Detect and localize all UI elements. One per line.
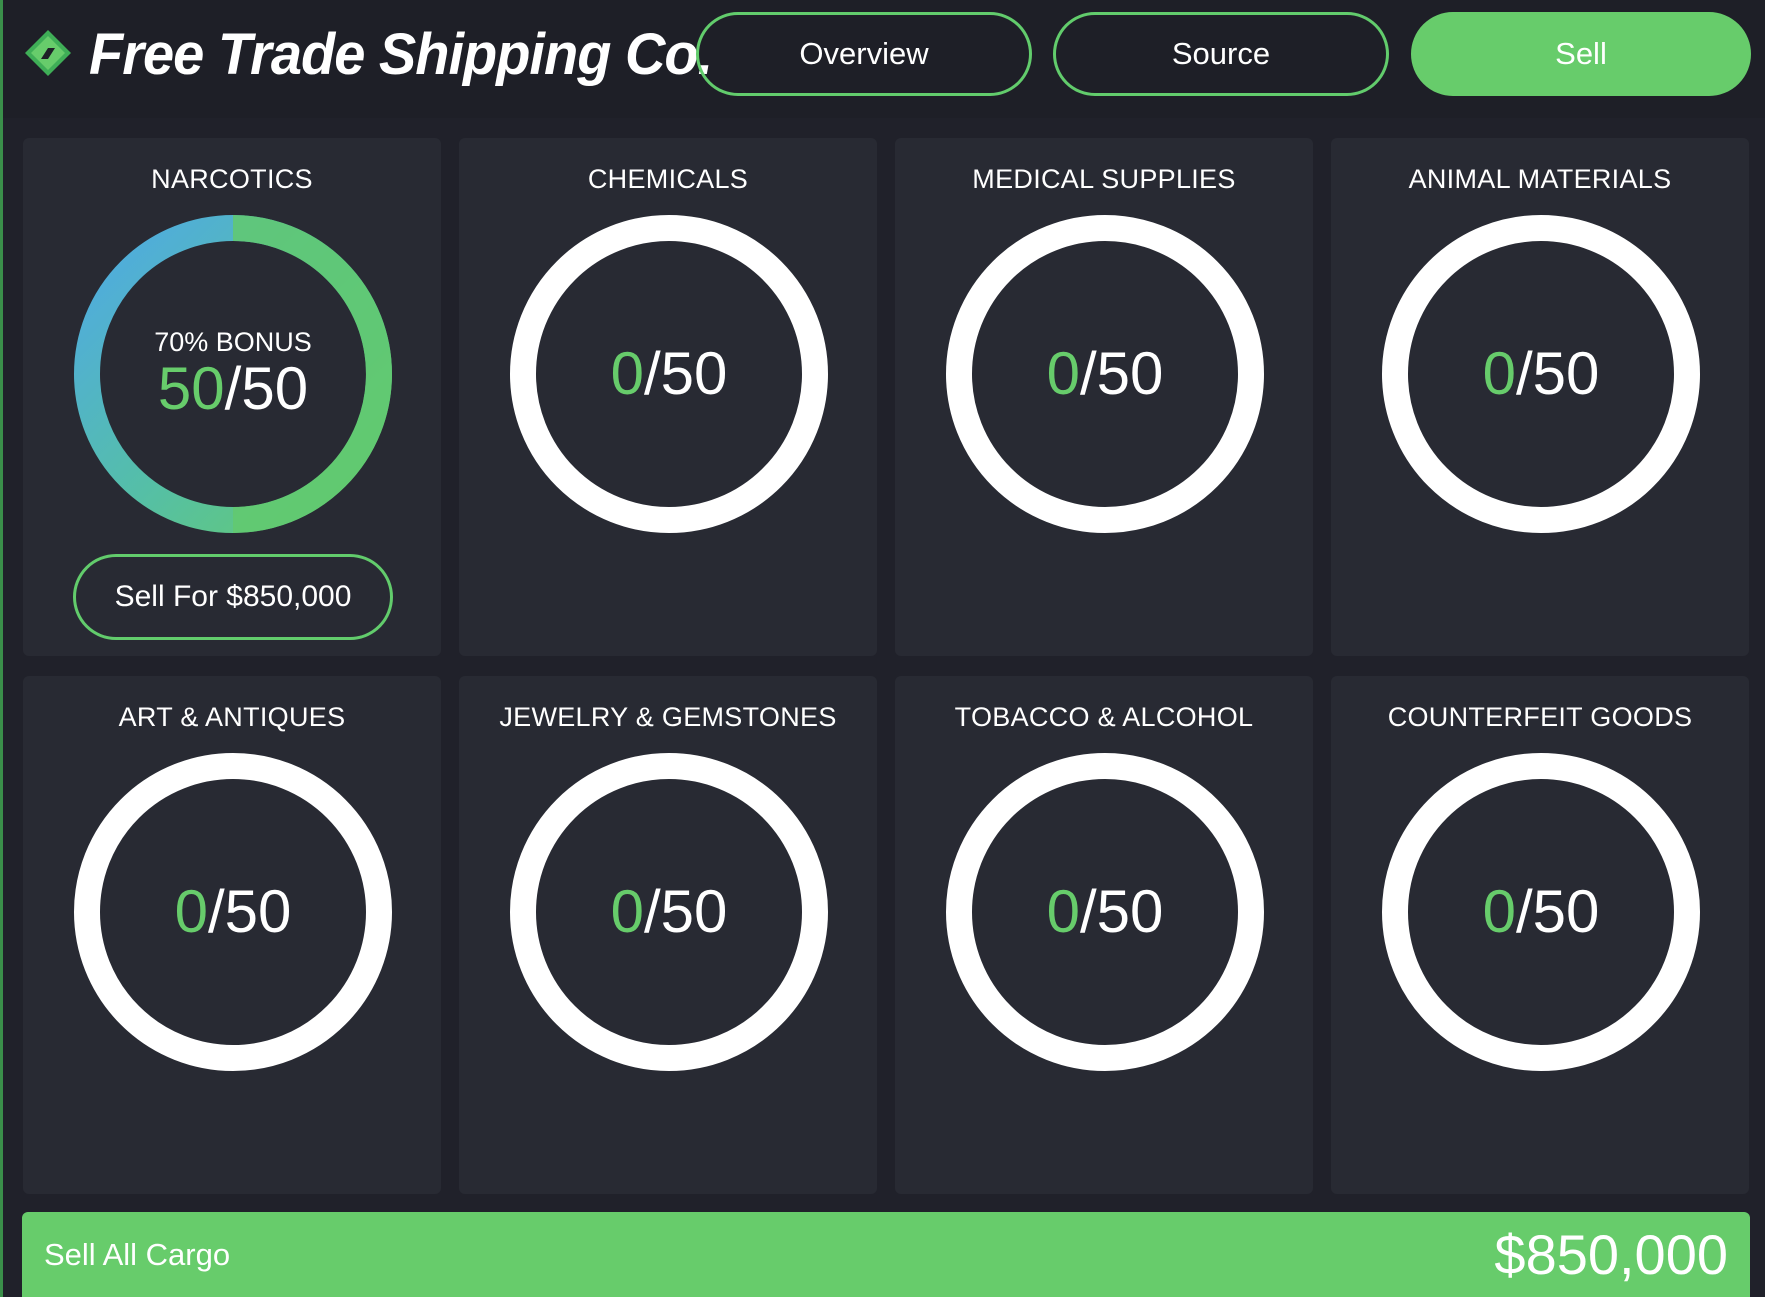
app-window: Free Trade Shipping Co. Overview Source … — [0, 0, 1765, 1297]
cargo-count-max: 50 — [660, 340, 728, 407]
cargo-count-current: 0 — [1046, 340, 1080, 407]
cargo-title: TOBACCO & ALCOHOL — [954, 702, 1254, 732]
cargo-count-current: 0 — [1482, 878, 1516, 945]
cargo-count-current: 0 — [610, 878, 644, 945]
cargo-count-current: 0 — [1482, 340, 1516, 407]
header: Free Trade Shipping Co. Overview Source … — [3, 0, 1765, 118]
cargo-card: COUNTERFEIT GOODS 0/50 — [1331, 676, 1749, 1194]
tab-overview[interactable]: Overview — [696, 12, 1032, 96]
cargo-card: ART & ANTIQUES 0/50 — [23, 676, 441, 1194]
sell-all-label: Sell All Cargo — [44, 1236, 231, 1272]
cargo-count: 0/50 — [611, 879, 728, 945]
cargo-title: ART & ANTIQUES — [118, 702, 346, 732]
cargo-count-max: 50 — [1096, 340, 1164, 407]
cargo-card: JEWELRY & GEMSTONES 0/50 — [459, 676, 877, 1194]
cargo-title: JEWELRY & GEMSTONES — [499, 702, 837, 732]
cargo-card: MEDICAL SUPPLIES 0/50 — [895, 138, 1313, 656]
tab-source[interactable]: Source — [1053, 12, 1389, 96]
cargo-count: 0/50 — [1483, 341, 1600, 407]
cargo-count: 0/50 — [1047, 341, 1164, 407]
sell-all-cargo-button[interactable]: Sell All Cargo $850,000 — [22, 1212, 1750, 1297]
cargo-count-separator: / — [1079, 878, 1097, 945]
cargo-count: 0/50 — [1047, 879, 1164, 945]
cargo-count-max: 50 — [1096, 878, 1164, 945]
cargo-title: CHEMICALS — [587, 164, 749, 194]
cargo-count-separator: / — [1515, 340, 1533, 407]
sell-all-total: $850,000 — [1494, 1223, 1728, 1286]
cargo-count-current: 0 — [174, 878, 208, 945]
cargo-count: 0/50 — [611, 341, 728, 407]
ring-center: 0/50 — [73, 752, 393, 1072]
bonus-label: 70% BONUS — [154, 326, 312, 357]
ring-center: 0/50 — [945, 214, 1265, 534]
ring-center: 0/50 — [1381, 752, 1701, 1072]
brand-name: Free Trade Shipping Co. — [89, 19, 713, 87]
cargo-count-current: 0 — [610, 340, 644, 407]
ring-center: 70% BONUS 50/50 — [73, 214, 393, 534]
ring-center: 0/50 — [1381, 214, 1701, 534]
cargo-count-separator: / — [643, 340, 661, 407]
logo: Free Trade Shipping Co. — [21, 18, 713, 88]
cargo-count-max: 50 — [241, 354, 309, 422]
cargo-count: 0/50 — [175, 879, 292, 945]
cargo-count-separator: / — [1515, 878, 1533, 945]
cargo-count-max: 50 — [1532, 878, 1600, 945]
cargo-count: 0/50 — [1483, 879, 1600, 945]
cargo-title: NARCOTICS — [151, 164, 313, 194]
cargo-count-max: 50 — [224, 878, 292, 945]
cargo-card: TOBACCO & ALCOHOL 0/50 — [895, 676, 1313, 1194]
cargo-title: COUNTERFEIT GOODS — [1387, 702, 1693, 732]
cargo-count-current: 0 — [1046, 878, 1080, 945]
cargo-card: NARCOTICS 70% BONUS 50/50 Sell For $850,000 — [23, 138, 441, 656]
ring-center: 0/50 — [509, 752, 829, 1072]
tab-sell[interactable]: Sell — [1411, 12, 1751, 96]
ring-center: 0/50 — [509, 214, 829, 534]
sell-cargo-button[interactable]: Sell For $850,000 — [73, 554, 393, 640]
cargo-card: ANIMAL MATERIALS 0/50 — [1331, 138, 1749, 656]
ring-center: 0/50 — [945, 752, 1265, 1072]
shipping-diamond-logo-icon — [25, 30, 71, 76]
cargo-count-separator: / — [207, 878, 225, 945]
cargo-count-max: 50 — [1532, 340, 1600, 407]
cargo-count-separator: / — [1079, 340, 1097, 407]
cargo-title: ANIMAL MATERIALS — [1408, 164, 1672, 194]
cargo-title: MEDICAL SUPPLIES — [972, 164, 1236, 194]
cargo-count-separator: / — [224, 354, 242, 422]
cargo-count: 50/50 — [157, 354, 309, 422]
cargo-card: CHEMICALS 0/50 — [459, 138, 877, 656]
cargo-count-current: 50 — [157, 354, 225, 422]
cargo-count-max: 50 — [660, 878, 728, 945]
cargo-count-separator: / — [643, 878, 661, 945]
